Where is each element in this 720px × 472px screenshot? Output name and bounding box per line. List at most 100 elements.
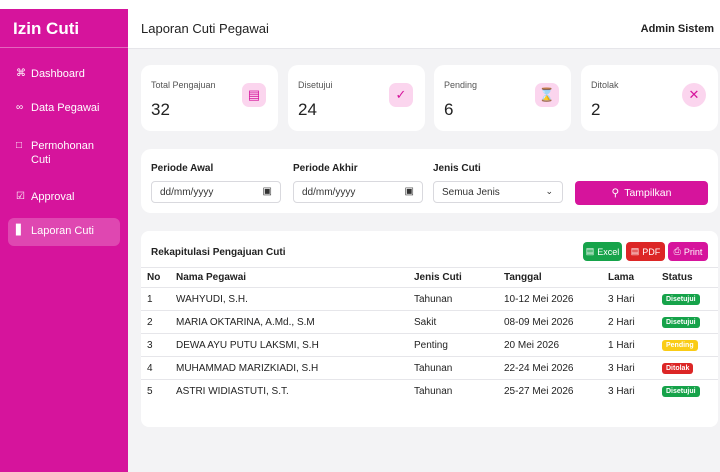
stat-card-total: Total Pengajuan 32 ▤ [141, 65, 278, 131]
cell-jenis: Sakit [408, 310, 498, 334]
cell-no: 3 [141, 333, 170, 357]
cell-lama: 3 Hari [602, 379, 656, 403]
stat-label: Disetujui [298, 80, 333, 90]
cell-tanggal: 08-09 Mei 2026 [498, 310, 602, 334]
column-header: Tanggal [498, 267, 602, 288]
end-date-input[interactable]: dd/mm/yyyy ▣ [293, 181, 423, 203]
cell-no: 2 [141, 310, 170, 334]
cell-tanggal: 25-27 Mei 2026 [498, 379, 602, 403]
sidebar-item-approval[interactable]: ☑ Approval [8, 184, 120, 210]
users-icon: ∞ [16, 102, 24, 113]
print-label: Print [683, 246, 703, 257]
check-square-icon: ☑ [16, 191, 25, 202]
leave-type-label: Jenis Cuti [433, 163, 481, 174]
status-badge: Ditolak [662, 363, 694, 374]
export-excel-button[interactable]: ▤ Excel [583, 242, 622, 261]
column-header: Status [656, 267, 718, 288]
start-date-input[interactable]: dd/mm/yyyy ▣ [151, 181, 281, 203]
cell-nama: MUHAMMAD MARIZKIADI, S.H [170, 356, 408, 380]
stat-value: 32 [151, 100, 170, 119]
start-date-placeholder: dd/mm/yyyy [160, 187, 214, 198]
cell-jenis: Tahunan [408, 379, 498, 403]
table-row: 3 DEWA AYU PUTU LAKSMI, S.H Penting 20 M… [141, 333, 718, 357]
show-button-label: Tampilkan [624, 187, 672, 199]
main-content: Laporan Cuti Pegawai Admin Sistem Total … [128, 9, 720, 472]
end-date-placeholder: dd/mm/yyyy [302, 187, 356, 198]
cell-jenis: Penting [408, 333, 498, 357]
page-title: Laporan Cuti Pegawai [141, 21, 269, 36]
cell-no: 5 [141, 379, 170, 403]
column-header: Nama Pegawai [170, 267, 408, 288]
calendar-icon[interactable]: ▣ [263, 186, 272, 197]
table-row: 1 WAHYUDI, S.H. Tahunan 10-12 Mei 2026 3… [141, 287, 718, 311]
cell-nama: DEWA AYU PUTU LAKSMI, S.H [170, 333, 408, 357]
stat-value: 6 [444, 100, 454, 119]
cell-no: 1 [141, 287, 170, 311]
cell-lama: 3 Hari [602, 356, 656, 380]
file-excel-icon: ▤ [585, 246, 595, 256]
cell-no: 4 [141, 356, 170, 380]
report-table: No Nama Pegawai Jenis Cuti Tanggal Lama … [141, 267, 718, 403]
cell-tanggal: 22-24 Mei 2026 [498, 356, 602, 380]
check-circle-icon: ✓ [389, 83, 413, 107]
export-excel-label: Excel [597, 246, 620, 257]
leave-type-value: Semua Jenis [442, 187, 500, 198]
status-badge: Pending [662, 340, 698, 351]
top-strip [0, 0, 720, 9]
cell-lama: 2 Hari [602, 310, 656, 334]
show-button[interactable]: ⚲ Tampilkan [575, 181, 708, 205]
printer-icon: ⎙ [673, 246, 681, 256]
app-brand: Izin Cuti [13, 19, 80, 38]
sidebar-item-label: Laporan Cuti [31, 225, 94, 237]
file-pdf-icon: ▤ [630, 246, 640, 256]
document-icon: ▤ [242, 83, 266, 107]
sidebar-item-label: Permohonan Cuti [31, 140, 94, 166]
status-badge: Disetujui [662, 386, 700, 398]
search-icon: ⚲ [611, 187, 620, 199]
cell-jenis: Tahunan [408, 287, 498, 311]
stat-card-approved: Disetujui 24 ✓ [288, 65, 425, 131]
status-badge: Disetujui [662, 294, 700, 305]
print-button[interactable]: ⎙ Print [668, 242, 708, 261]
cell-nama: ASTRI WIDIASTUTI, S.T. [170, 379, 408, 403]
stat-card-rejected: Ditolak 2 ✕ [581, 65, 718, 131]
sidebar-item-data-pegawai[interactable]: ∞ Data Pegawai [8, 95, 120, 121]
sidebar: Izin Cuti ⌘ Dashboard ∞ Data Pegawai □ P… [0, 9, 128, 472]
table-row: 5 ASTRI WIDIASTUTI, S.T. Tahunan 25-27 M… [141, 379, 718, 403]
report-title: Rekapitulasi Pengajuan Cuti [151, 247, 286, 258]
start-date-label: Periode Awal [151, 163, 214, 174]
page-header: Laporan Cuti Pegawai Admin Sistem [128, 9, 720, 49]
user-name[interactable]: Admin Sistem [641, 23, 714, 35]
stat-label: Total Pengajuan [151, 80, 216, 90]
export-pdf-button[interactable]: ▤ PDF [626, 242, 665, 261]
bar-chart-icon: ▋ [16, 225, 24, 236]
cell-nama: MARIA OKTARINA, A.Md., S.M [170, 310, 408, 334]
table-row: 4 MUHAMMAD MARIZKIADI, S.H Tahunan 22-24… [141, 356, 718, 380]
table-row: 2 MARIA OKTARINA, A.Md., S.M Sakit 08-09… [141, 310, 718, 334]
status-badge: Disetujui [662, 317, 700, 328]
column-header: Jenis Cuti [408, 267, 498, 288]
column-header: No [141, 267, 170, 288]
sidebar-item-label: Approval [31, 191, 75, 203]
stat-label: Pending [444, 80, 478, 90]
cell-lama: 3 Hari [602, 287, 656, 311]
chevron-down-icon: ⌄ [545, 186, 553, 196]
file-icon: □ [16, 140, 23, 151]
calendar-icon[interactable]: ▣ [405, 186, 414, 197]
sidebar-item-laporan-cuti[interactable]: ▋ Laporan Cuti [8, 218, 120, 246]
leave-type-select[interactable]: Semua Jenis ⌄ [433, 181, 563, 203]
stat-value: 24 [298, 100, 317, 119]
stat-value: 2 [591, 100, 601, 119]
sidebar-item-permohonan-cuti[interactable]: □ Permohonan Cuti [8, 133, 120, 173]
column-header: Lama [602, 267, 656, 288]
sidebar-item-label: Dashboard [31, 68, 85, 80]
stat-label: Ditolak [591, 80, 619, 90]
end-date-label: Periode Akhir [293, 163, 358, 174]
cell-tanggal: 20 Mei 2026 [498, 333, 602, 357]
cell-jenis: Tahunan [408, 356, 498, 380]
export-pdf-label: PDF [642, 246, 661, 257]
cell-nama: WAHYUDI, S.H. [170, 287, 408, 311]
hourglass-icon: ⌛ [535, 83, 559, 107]
table-header-row: No Nama Pegawai Jenis Cuti Tanggal Lama … [141, 267, 718, 288]
sidebar-item-dashboard[interactable]: ⌘ Dashboard [8, 61, 120, 87]
